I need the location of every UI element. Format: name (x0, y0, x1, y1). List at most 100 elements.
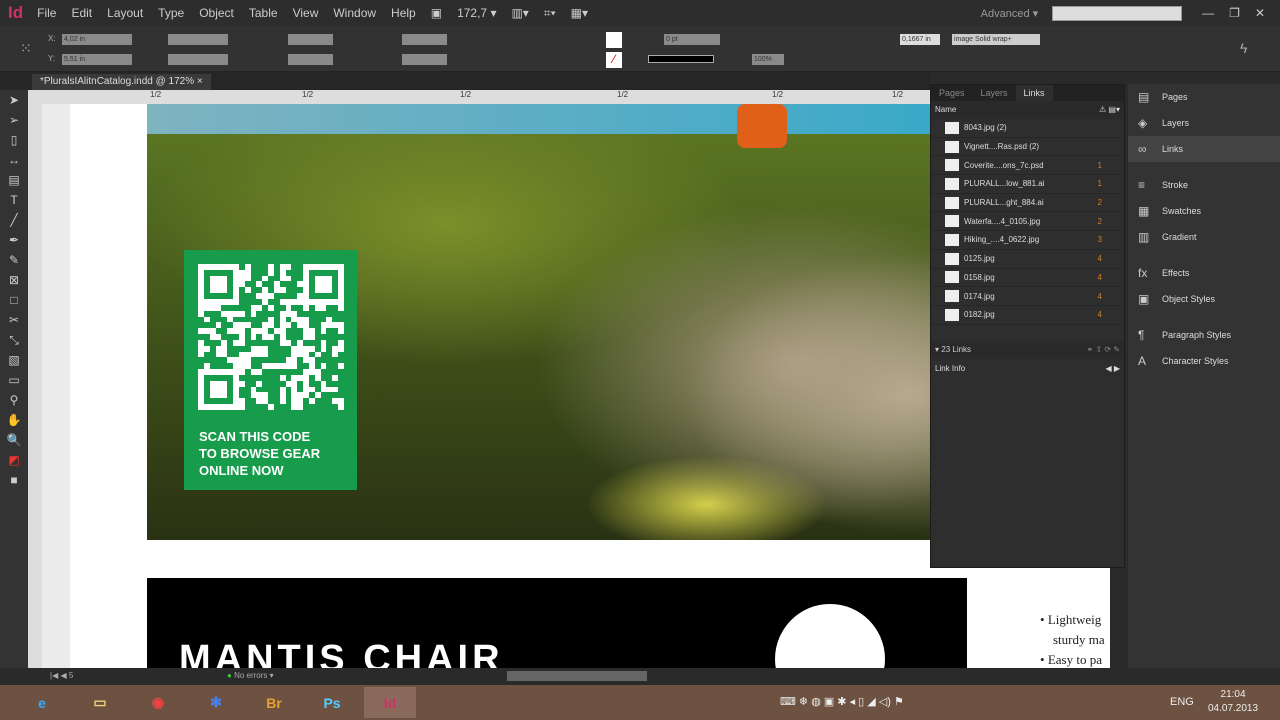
clock[interactable]: 21:04 04.07.2013 (1208, 688, 1258, 716)
stroke-type[interactable] (648, 55, 714, 63)
menu-type[interactable]: Type (158, 6, 184, 20)
height-field[interactable] (168, 54, 228, 65)
note-tool-icon[interactable]: ▭ (0, 370, 28, 390)
link-item[interactable]: 8043.jpg (2) (931, 119, 1124, 138)
stroke-swatch[interactable]: ⁄ (606, 52, 622, 68)
page-nav[interactable]: |◀ ◀ 5 (50, 671, 73, 680)
view-mode-icon[interactable]: ■ (0, 470, 28, 490)
eyedropper-tool-icon[interactable]: ⚲ (0, 390, 28, 410)
zoom-tool-icon[interactable]: 🔍 (0, 430, 28, 450)
menu-window[interactable]: Window (333, 6, 376, 20)
fill-stroke-icon[interactable]: ◩ (0, 450, 28, 470)
x-field[interactable]: 4,02 in (62, 34, 132, 45)
selection-tool-icon[interactable]: ➤ (0, 90, 28, 110)
relink-icons[interactable]: ⚭ ⇪ ⟳ ✎ (1087, 345, 1120, 354)
tray-icons[interactable]: ⌨ ❄ ◍ ▣ ✱ ◂ ▯ ◢ ◁) ⚑ (780, 695, 904, 708)
language-indicator[interactable]: ENG (1170, 696, 1194, 708)
link-item[interactable]: Waterfa....4_0105.jpg 2 (931, 212, 1124, 232)
line-tool-icon[interactable]: ╱ (0, 210, 28, 230)
link-item[interactable]: 0174.jpg 4 (931, 287, 1124, 306)
opacity-field[interactable]: 100% (752, 54, 784, 65)
qr-code-box[interactable]: SCAN THIS CODE TO BROWSE GEAR ONLINE NOW (184, 250, 357, 490)
fill-swatch[interactable] (606, 32, 622, 48)
view-options-icon[interactable]: ▥▾ (511, 6, 528, 20)
link-item[interactable]: 0125.jpg 4 (931, 250, 1124, 269)
warning-icon[interactable]: ⚠ ▤▾ (1099, 105, 1120, 114)
link-item[interactable]: PLURALL...low_881.ai 1 (931, 175, 1124, 194)
feature-list[interactable]: • Lightweig sturdy ma • Easy to pa (1040, 610, 1112, 668)
type-tool-icon[interactable]: T (0, 190, 28, 210)
menu-help[interactable]: Help (391, 6, 416, 20)
bridge-button[interactable]: ▣ (431, 6, 442, 20)
photoshop-icon[interactable]: Ps (306, 687, 358, 718)
close-button[interactable]: ✕ (1255, 6, 1265, 20)
tab-layers[interactable]: Layers (973, 85, 1016, 101)
free-transform-tool-icon[interactable]: ⤡ (0, 330, 28, 350)
chrome-icon[interactable]: ◉ (132, 687, 184, 718)
shear-field[interactable] (402, 54, 447, 65)
scale-x-field[interactable] (288, 34, 333, 45)
link-info-header[interactable]: Link Info ◀ ▶ (931, 361, 1124, 377)
rectangle-tool-icon[interactable]: □ (0, 290, 28, 310)
tab-links[interactable]: Links (1015, 85, 1053, 101)
screen-mode-icon[interactable]: ⌗▾ (544, 6, 556, 21)
search-input[interactable] (1052, 5, 1183, 21)
file-explorer-icon[interactable]: ▭ (74, 687, 126, 718)
internet-explorer-icon[interactable]: e (16, 687, 68, 718)
panel-pages[interactable]: ▤ Pages (1128, 84, 1280, 110)
restore-button[interactable]: ❐ (1229, 6, 1240, 20)
links-column-header[interactable]: Name ⚠ ▤▾ (931, 101, 1124, 119)
vertical-ruler[interactable] (28, 90, 42, 668)
menu-object[interactable]: Object (199, 6, 234, 20)
panel-layers[interactable]: ◈ Layers (1128, 110, 1280, 136)
horizontal-scrollbar[interactable] (507, 671, 647, 681)
link-item[interactable]: 0182.jpg 4 (931, 306, 1124, 325)
link-item[interactable]: Vignett....Ras.psd (2) (931, 138, 1124, 157)
zoom-level[interactable]: 172,7 ▾ (457, 6, 496, 20)
rectangle-frame-tool-icon[interactable]: ⊠ (0, 270, 28, 290)
app-icon[interactable]: ✻ (190, 687, 242, 718)
rotation-field[interactable] (402, 34, 447, 45)
panel-effects[interactable]: fx Effects (1128, 260, 1280, 286)
tab-pages[interactable]: Pages (931, 85, 973, 101)
object-style-select[interactable]: image Solid wrap+ (952, 34, 1040, 45)
pen-tool-icon[interactable]: ✒ (0, 230, 28, 250)
menu-edit[interactable]: Edit (71, 6, 92, 20)
panel-character-styles[interactable]: A Character Styles (1128, 348, 1280, 374)
scale-y-field[interactable] (288, 54, 333, 65)
direct-selection-tool-icon[interactable]: ➢ (0, 110, 28, 130)
menu-file[interactable]: File (37, 6, 56, 20)
bridge-icon[interactable]: Br (248, 687, 300, 718)
scissors-tool-icon[interactable]: ✂ (0, 310, 28, 330)
hand-tool-icon[interactable]: ✋ (0, 410, 28, 430)
link-item[interactable]: 0158.jpg 4 (931, 269, 1124, 288)
link-item[interactable]: PLURALL...ght_884.ai 2 (931, 194, 1124, 213)
inset-field[interactable]: 0,1667 in (900, 34, 940, 45)
pencil-tool-icon[interactable]: ✎ (0, 250, 28, 270)
panel-gradient[interactable]: ▥ Gradient (1128, 224, 1280, 250)
link-info-nav[interactable]: ◀ ▶ (1105, 364, 1120, 373)
link-item[interactable]: Hiking_....4_0622.jpg 3 (931, 231, 1124, 250)
preflight-status[interactable]: ● No errors ▾ (227, 671, 274, 680)
reference-point-icon[interactable]: ⁙ (20, 40, 32, 57)
gap-tool-icon[interactable]: ↔ (0, 150, 28, 170)
panel-stroke[interactable]: ≡ Stroke (1128, 172, 1280, 198)
y-field[interactable]: 5,51 in (62, 54, 132, 65)
menu-table[interactable]: Table (249, 6, 278, 20)
document-tab[interactable]: *PluralsIAlitnCatalog.indd @ 172% × (32, 74, 211, 90)
panel-swatches[interactable]: ▦ Swatches (1128, 198, 1280, 224)
content-collector-icon[interactable]: ▤ (0, 170, 28, 190)
width-field[interactable] (168, 34, 228, 45)
stroke-weight-field[interactable]: 0 pt (664, 34, 720, 45)
panel-links[interactable]: ∞ Links (1128, 136, 1280, 162)
arrange-documents-icon[interactable]: ▦▾ (571, 6, 588, 20)
lightning-icon[interactable]: ϟ (1240, 40, 1247, 56)
product-banner[interactable]: MANTIS CHAIR (147, 578, 967, 714)
indesign-icon[interactable]: Id (364, 687, 416, 718)
panel-object-styles[interactable]: ▣ Object Styles (1128, 286, 1280, 312)
page-tool-icon[interactable]: ▯ (0, 130, 28, 150)
minimize-button[interactable]: — (1202, 6, 1214, 20)
workspace-switcher[interactable]: Advanced ▾ (981, 7, 1039, 20)
link-item[interactable]: Coverite....ons_7c.psd 1 (931, 156, 1124, 176)
gradient-tool-icon[interactable]: ▧ (0, 350, 28, 370)
